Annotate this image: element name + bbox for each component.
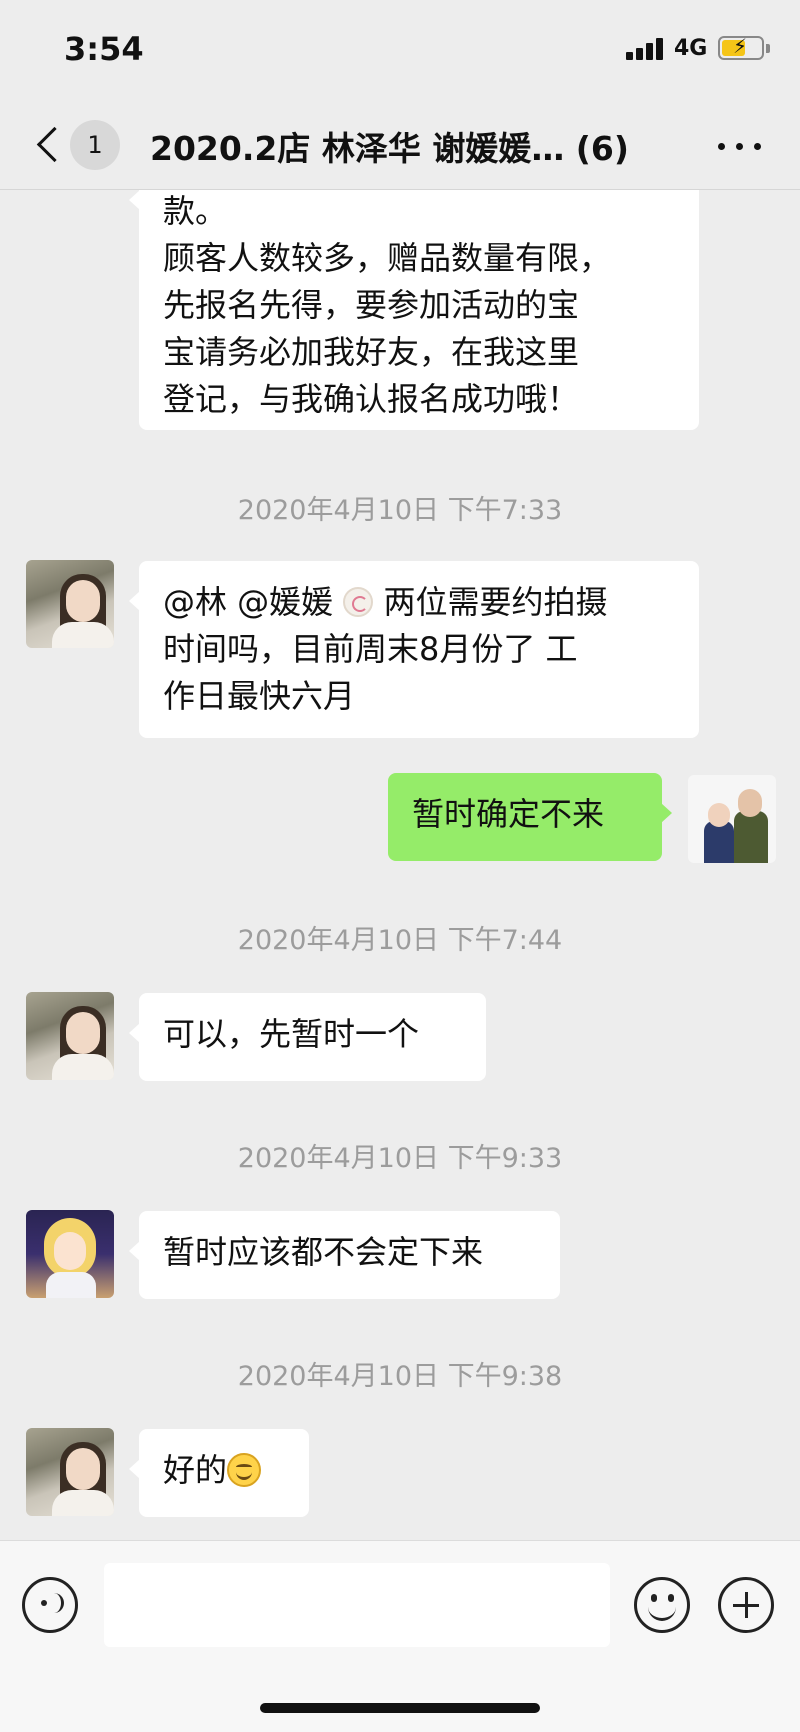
signal-icon: [626, 38, 666, 60]
smile-emoji-icon: [227, 1453, 262, 1487]
message-bubble[interactable]: 款。 顾客人数较多，赠品数量有限， 先报名先得，要参加活动的宝 宝请务必加我好友…: [129, 160, 699, 430]
message-bubble[interactable]: 暂时确定不来: [388, 773, 672, 861]
ellipsis-icon[interactable]: [718, 140, 762, 152]
status-bar: 3:54 4G ⚡: [0, 0, 800, 100]
message-text: @林 @媛媛: [163, 583, 334, 621]
message-bubble[interactable]: 暂时应该都不会定下来: [129, 1211, 560, 1299]
avatar[interactable]: [26, 992, 114, 1080]
home-indicator: [260, 1703, 540, 1713]
message-text: 时间吗，目前周末8月份了 工: [163, 630, 578, 668]
voice-icon[interactable]: [22, 1577, 78, 1633]
emoji-icon[interactable]: [634, 1577, 690, 1633]
message-text: 登记，与我确认报名成功哦！: [163, 380, 580, 418]
message-text: 作日最快六月: [163, 677, 356, 715]
swirl-emoji-icon: [343, 587, 374, 617]
message-text: 好的: [163, 1451, 228, 1489]
message-text: 两位需要约拍摄: [373, 583, 608, 621]
message-text: 可以，先暂时一个: [163, 1015, 420, 1053]
message-input[interactable]: [104, 1563, 610, 1647]
battery-cap: [766, 44, 770, 53]
plus-icon[interactable]: [718, 1577, 774, 1633]
message-bubble[interactable]: @林 @媛媛 两位需要约拍摄 时间吗，目前周末8月份了 工 作日最快六月: [129, 561, 699, 738]
message-bubble[interactable]: 好的: [129, 1429, 309, 1517]
timestamp: 2020年4月10日 下午7:33: [237, 495, 563, 526]
back-icon[interactable]: [32, 122, 68, 168]
status-time: 3:54: [64, 30, 144, 68]
timestamp: 2020年4月10日 下午9:38: [237, 1361, 563, 1392]
chat-header-overlay: 1 2020.2店 林泽华 谢媛媛… (6): [0, 100, 800, 190]
timestamp: 2020年4月10日 下午9:33: [237, 1143, 563, 1174]
message-text: 先报名先得，要参加活动的宝: [163, 286, 580, 324]
avatar[interactable]: [26, 560, 114, 648]
chat-title: 2020.2店 林泽华 谢媛媛… (6): [150, 129, 629, 168]
avatar[interactable]: [688, 775, 776, 863]
input-bar: [0, 1540, 800, 1732]
avatar[interactable]: [26, 1428, 114, 1516]
message-bubble[interactable]: 可以，先暂时一个: [129, 993, 486, 1081]
network-label: 4G: [674, 36, 708, 61]
message-text: 暂时确定不来: [412, 795, 605, 833]
message-text: 暂时应该都不会定下来: [163, 1233, 484, 1271]
message-text: 宝请务必加我好友，在我这里: [163, 333, 580, 371]
message-text: 款。: [163, 192, 228, 230]
timestamp: 2020年4月10日 下午7:44: [237, 925, 563, 956]
charging-icon: ⚡: [733, 34, 748, 58]
avatar[interactable]: [26, 1210, 114, 1298]
message-text: 顾客人数较多，赠品数量有限，: [163, 239, 612, 277]
unread-badge[interactable]: 1: [70, 120, 120, 170]
